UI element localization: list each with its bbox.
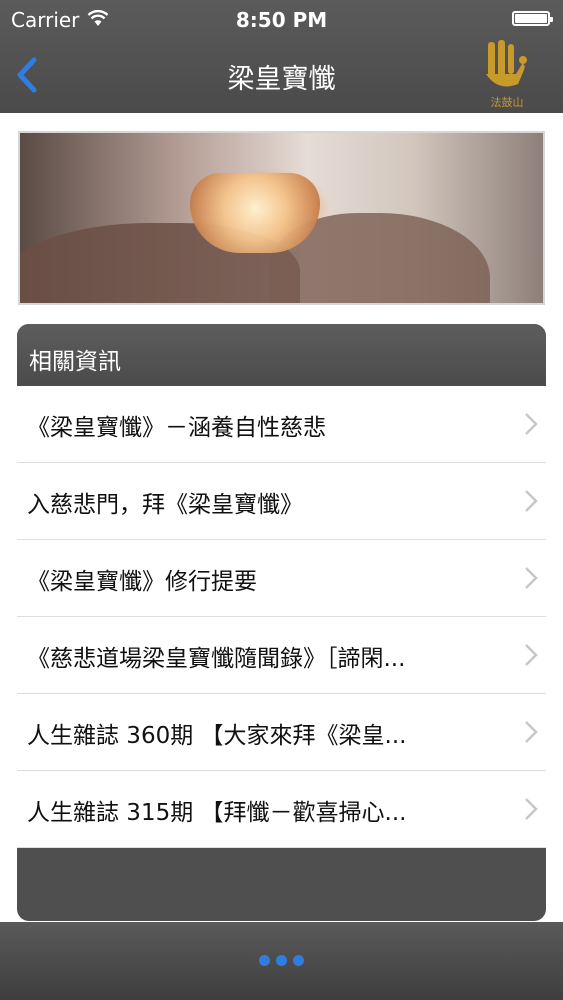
- status-bar: Carrier 8:50 PM: [0, 0, 563, 40]
- more-dot: [293, 955, 304, 966]
- list-item-label: 《梁皇寶懺》修行提要: [27, 569, 257, 595]
- chevron-right-icon: [525, 490, 538, 512]
- bottom-toolbar: [0, 922, 563, 1000]
- related-info-panel: 相關資訊 《梁皇寶懺》－涵養自性慈悲 入慈悲門，拜《梁皇寶懺》 《梁皇寶懺》修行…: [17, 324, 546, 921]
- section-title: 相關資訊: [29, 349, 121, 375]
- list-item-label: 人生雜誌 315期 【拜懺－歡喜掃心...: [27, 800, 407, 826]
- section-header: 相關資訊: [17, 324, 546, 386]
- list-item-label: 入慈悲門，拜《梁皇寶懺》: [27, 492, 303, 518]
- list-item[interactable]: 《慈悲道場梁皇寶懺隨聞錄》［諦閑...: [17, 617, 546, 694]
- battery-icon: [512, 11, 553, 26]
- list-item[interactable]: 《梁皇寶懺》修行提要: [17, 540, 546, 617]
- list-item[interactable]: 人生雜誌 360期 【大家來拜《梁皇...: [17, 694, 546, 771]
- navigation-bar: 梁皇寶懺 法鼓山: [0, 40, 563, 113]
- more-dot: [259, 955, 270, 966]
- list-item[interactable]: 《梁皇寶懺》－涵養自性慈悲: [17, 386, 546, 463]
- chevron-right-icon: [525, 798, 538, 820]
- more-button[interactable]: [259, 955, 305, 967]
- chevron-right-icon: [525, 413, 538, 435]
- list-item[interactable]: 入慈悲門，拜《梁皇寶懺》: [17, 463, 546, 540]
- list-item[interactable]: 人生雜誌 315期 【拜懺－歡喜掃心...: [17, 771, 546, 848]
- more-dot: [276, 955, 287, 966]
- status-time: 8:50 PM: [235, 8, 328, 32]
- list-item-label: 人生雜誌 360期 【大家來拜《梁皇...: [27, 723, 407, 749]
- list-item-label: 《慈悲道場梁皇寶懺隨聞錄》［諦閑...: [27, 646, 406, 672]
- candle-cup-image: [190, 173, 320, 253]
- banner-image: [18, 131, 545, 305]
- chevron-right-icon: [525, 567, 538, 589]
- dharma-drum-logo: 法鼓山: [486, 40, 527, 109]
- chevron-right-icon: [525, 721, 538, 743]
- logo-text: 法鼓山: [491, 95, 524, 109]
- chevron-right-icon: [525, 644, 538, 666]
- top-bar: Carrier 8:50 PM 梁皇寶懺 法鼓山: [0, 0, 563, 113]
- list-item-label: 《梁皇寶懺》－涵養自性慈悲: [27, 415, 326, 441]
- related-info-list: 《梁皇寶懺》－涵養自性慈悲 入慈悲門，拜《梁皇寶懺》 《梁皇寶懺》修行提要 《慈…: [17, 386, 546, 848]
